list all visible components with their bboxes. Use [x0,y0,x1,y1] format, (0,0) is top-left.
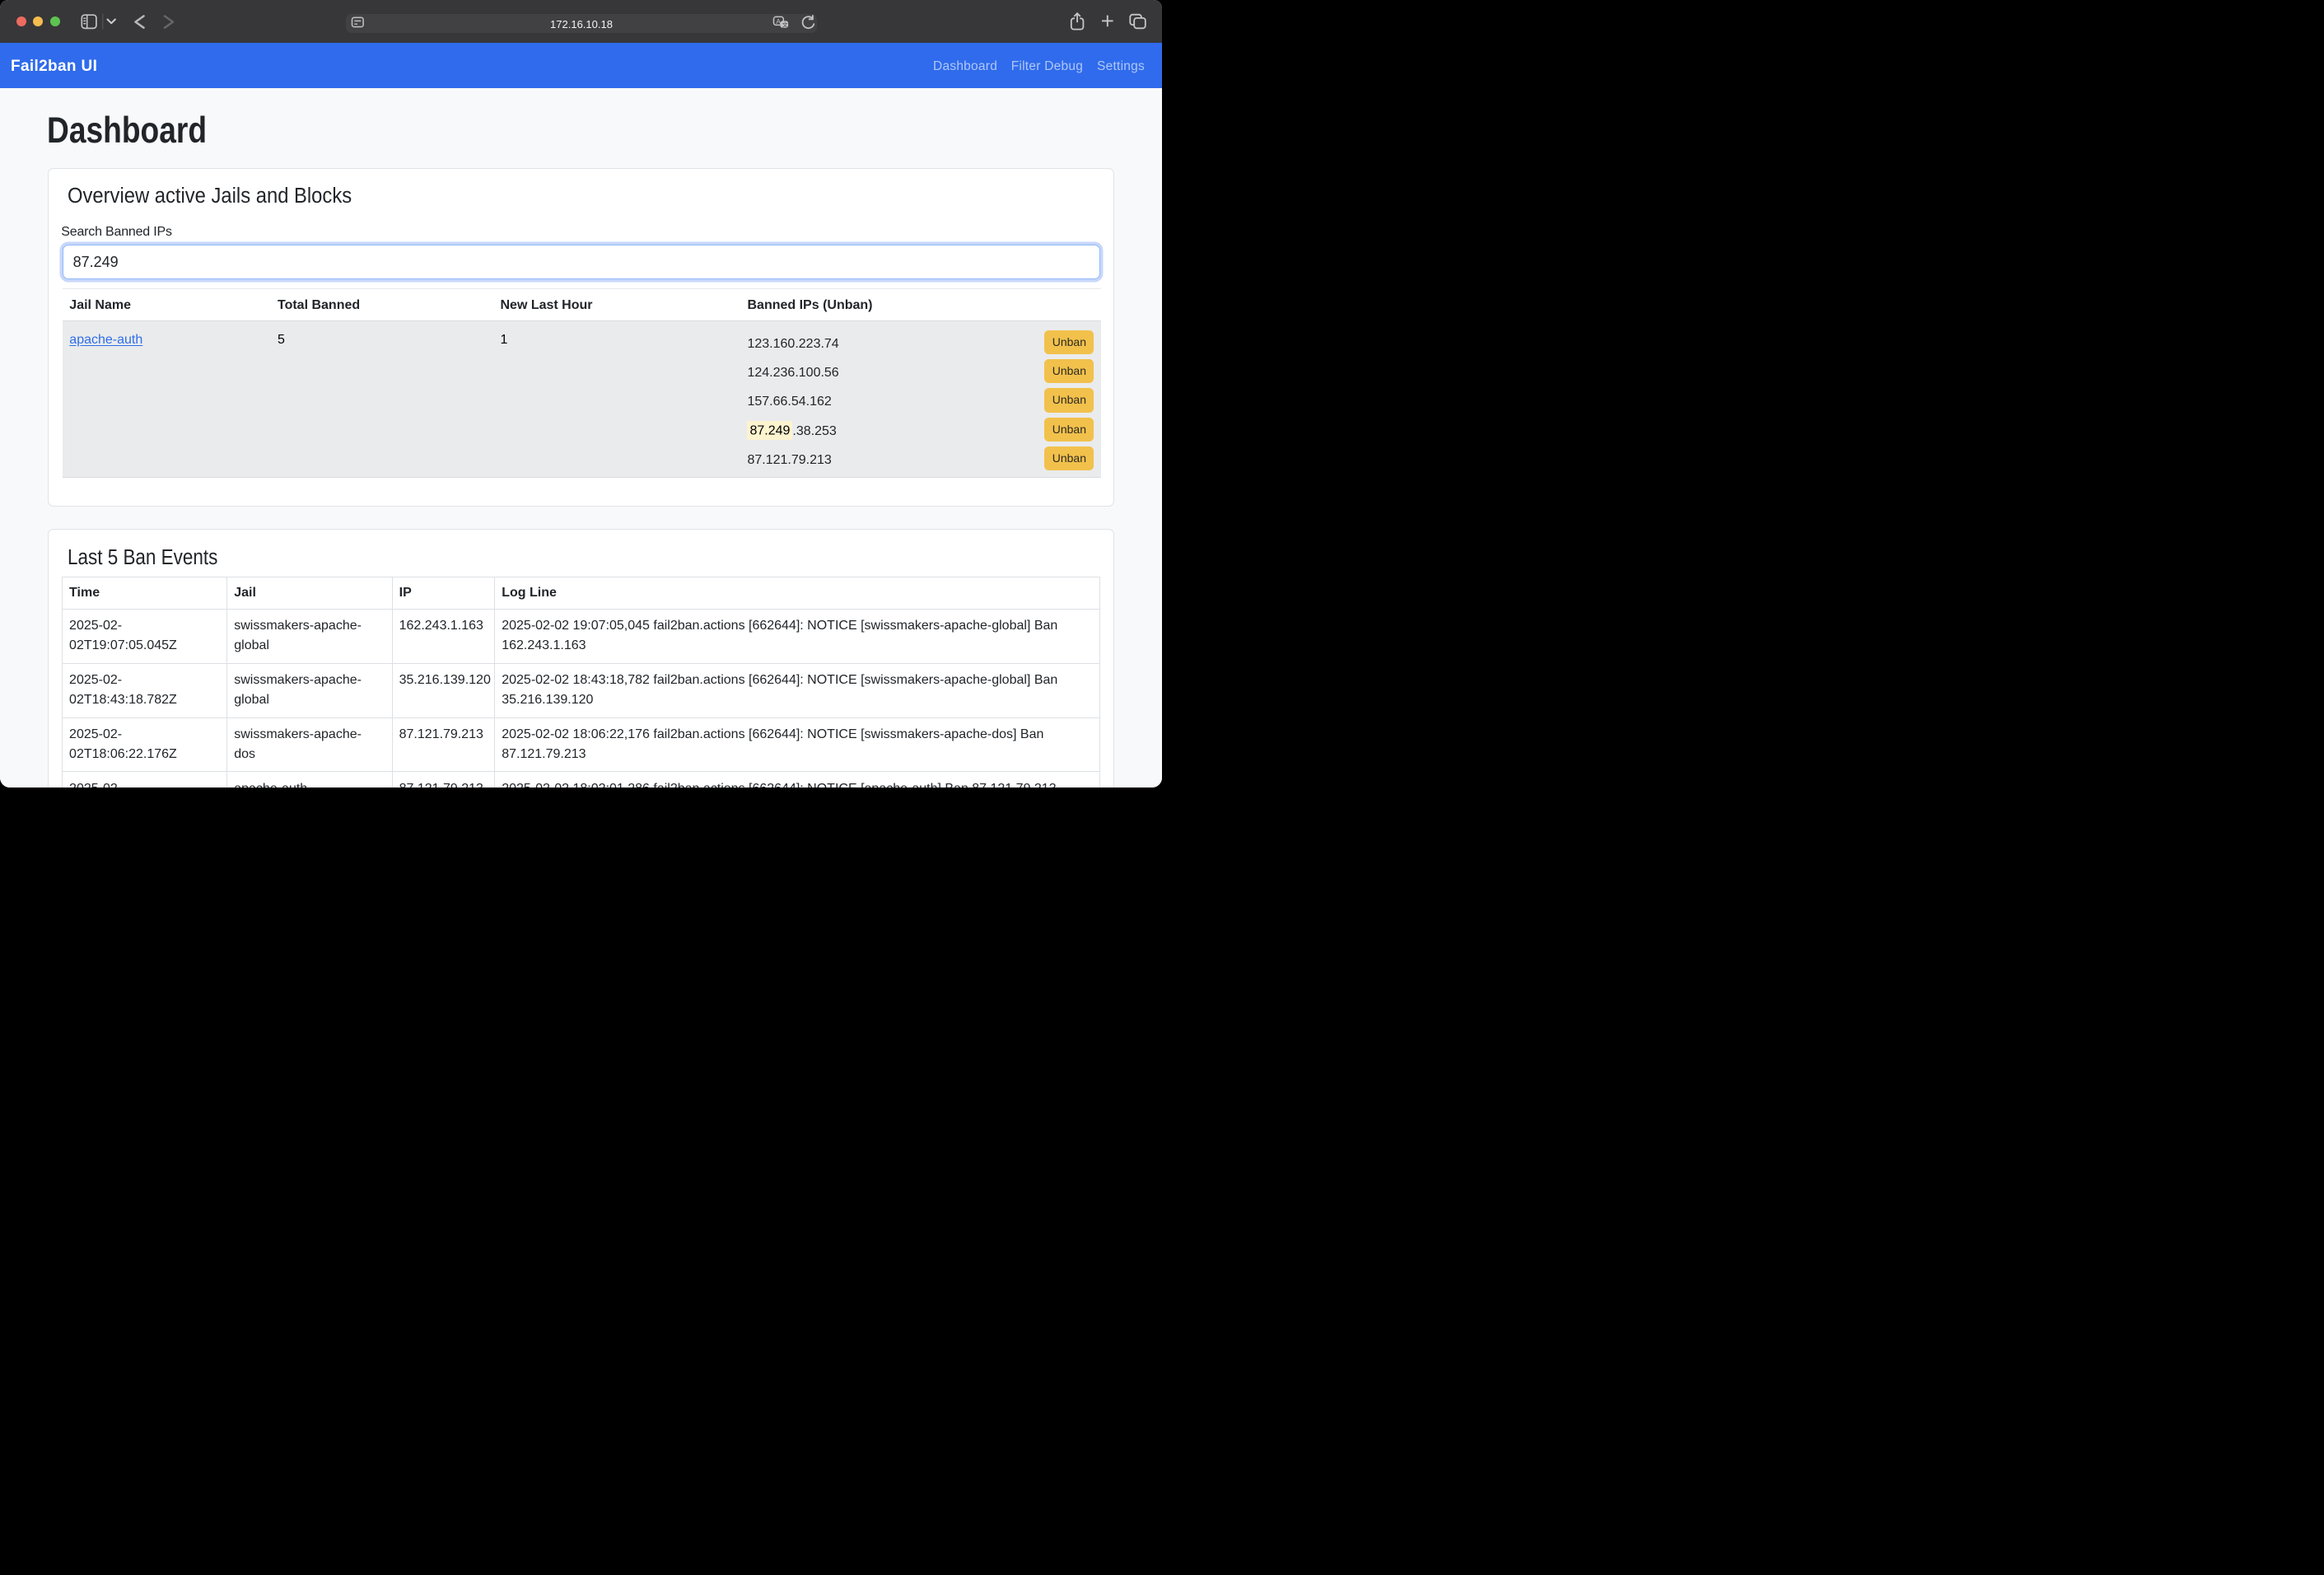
svg-text:文: 文 [782,21,788,28]
svg-text:A: A [776,17,781,26]
